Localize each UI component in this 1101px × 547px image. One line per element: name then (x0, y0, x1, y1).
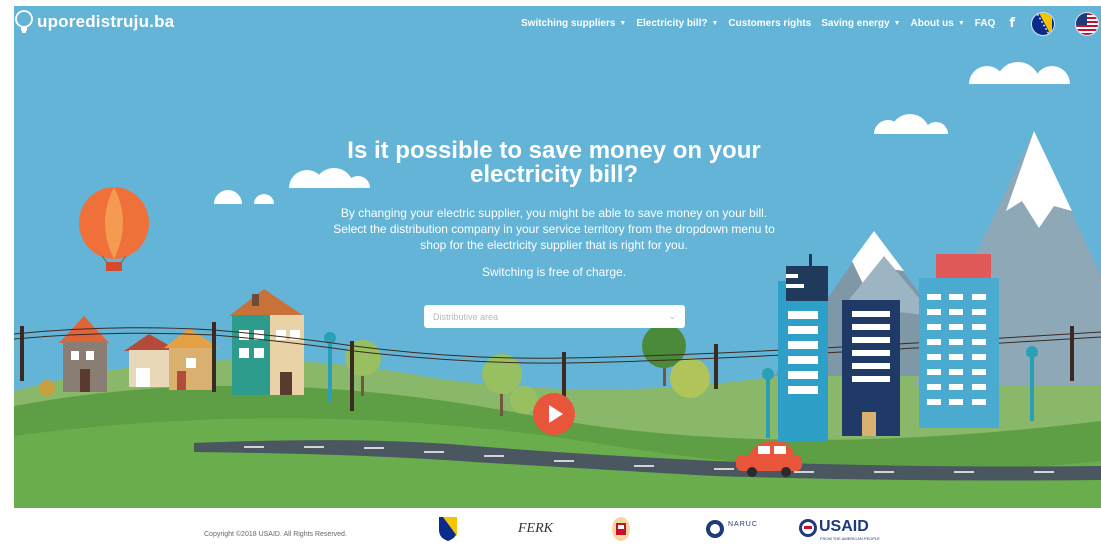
lightbulb-icon (15, 10, 33, 33)
usa-flag-icon[interactable] (1075, 12, 1099, 36)
nav-item-label: Customers rights (728, 18, 812, 29)
nav-item-label: Saving energy (821, 18, 890, 29)
top-navbar: uporedistruju.ba Switching suppliers ▼ El… (14, 6, 1101, 40)
nav-item-electricity-bill[interactable]: Electricity bill? ▼ (636, 18, 718, 29)
main-menu: Switching suppliers ▼ Electricity bill? ▼ … (521, 16, 1015, 31)
nav-item-label: Electricity bill? (636, 18, 708, 29)
footer: Copyright ©2018 USAID. All Rights Reserv… (0, 508, 1101, 547)
naruc-seal-logo (706, 520, 724, 538)
caret-down-icon: ▼ (711, 20, 719, 27)
site-logo[interactable]: uporedistruju.ba (14, 10, 174, 34)
hero-headline: Is it possible to save money on your ele… (347, 137, 761, 188)
usaid-tagline: FROM THE AMERICAN PEOPLE (820, 536, 880, 541)
brand-name: uporedistruju.ba (37, 12, 175, 31)
nav-item-label: FAQ (974, 18, 996, 29)
hero-description: By changing your electric supplier, you … (333, 206, 775, 252)
usaid-logo-text: USAID (819, 518, 869, 535)
bih-coat-of-arms-logo (439, 517, 457, 541)
distributive-area-select[interactable]: Distributive area ⌄ (424, 305, 685, 328)
facebook-icon[interactable]: f (1009, 16, 1015, 31)
nav-item-saving-energy[interactable]: Saving energy ▼ (821, 18, 900, 29)
nav-item-label: About us (910, 18, 954, 29)
nav-item-about-us[interactable]: About us ▼ (911, 18, 965, 29)
hero-note: Switching is free of charge. (481, 265, 627, 279)
ferk-logo: FERK (518, 521, 553, 536)
rs-coat-of-arms-logo (612, 517, 630, 541)
select-placeholder: Distributive area (433, 311, 499, 322)
naruc-text: NARUC (728, 521, 758, 528)
chevron-down-icon: ⌄ (668, 311, 676, 321)
bosnia-flag-icon[interactable] (1031, 12, 1055, 36)
nav-item-label: Switching suppliers (520, 18, 616, 29)
nav-item-customers-rights[interactable]: Customers rights (728, 18, 811, 29)
hero-banner: uporedistruju.ba Switching suppliers ▼ El… (14, 6, 1101, 508)
nav-item-faq[interactable]: FAQ (975, 18, 996, 29)
usaid-seal-logo (799, 519, 817, 537)
caret-down-icon: ▼ (619, 20, 627, 27)
nav-item-switching-suppliers[interactable]: Switching suppliers ▼ (521, 18, 626, 29)
play-video-button[interactable] (533, 393, 575, 435)
caret-down-icon: ▼ (957, 20, 965, 27)
copyright-text: Copyright ©2018 USAID. All Rights Reserv… (204, 531, 347, 538)
caret-down-icon: ▼ (893, 20, 901, 27)
